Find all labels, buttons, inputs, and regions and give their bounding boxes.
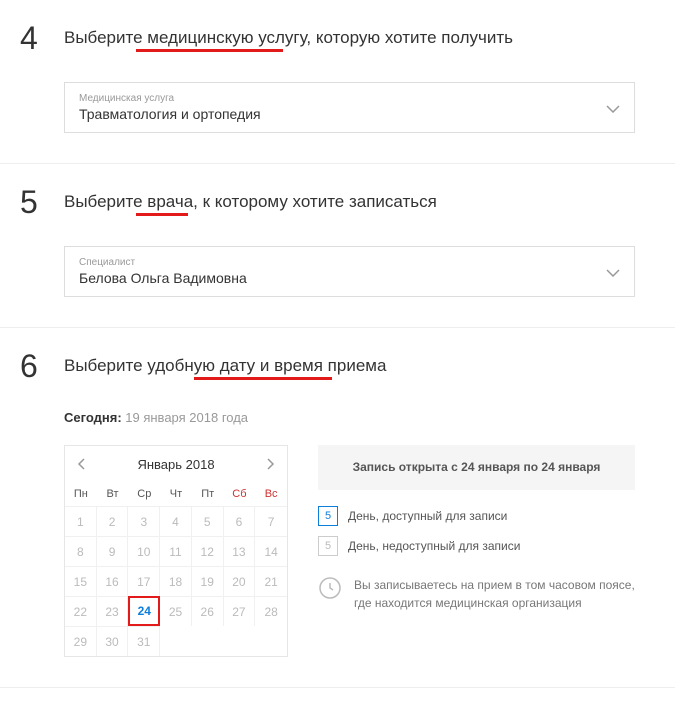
chevron-down-icon bbox=[606, 100, 620, 116]
timezone-text: Вы записываетесь на прием в том часовом … bbox=[354, 576, 635, 612]
calendar-day-cell[interactable]: 8 bbox=[65, 536, 97, 566]
annotation-underline bbox=[136, 49, 283, 52]
calendar-next-button[interactable] bbox=[261, 454, 281, 474]
step-6-section: 6 Выберите удобную дату и время приема С… bbox=[0, 328, 675, 688]
step-6-header: 6 Выберите удобную дату и время приема bbox=[20, 348, 635, 385]
service-dropdown-label: Медицинская услуга bbox=[79, 93, 594, 104]
calendar-day-cell[interactable]: 18 bbox=[160, 566, 192, 596]
calendar-legend-wrap: Январь 2018 ПнВтСрЧтПтСбВс 1234567891011… bbox=[64, 445, 635, 657]
calendar-day-cell[interactable]: 20 bbox=[224, 566, 256, 596]
calendar-day-cell[interactable]: 21 bbox=[255, 566, 287, 596]
step-6-title: Выберите удобную дату и время приема bbox=[64, 348, 386, 376]
service-dropdown-value: Травматология и ортопедия bbox=[79, 106, 261, 122]
calendar-day-cell[interactable]: 25 bbox=[160, 596, 192, 626]
calendar-day-cell[interactable]: 1 bbox=[65, 506, 97, 536]
doctor-dropdown-value: Белова Ольга Вадимовна bbox=[79, 270, 247, 286]
legend: Запись открыта с 24 января по 24 января … bbox=[318, 445, 635, 612]
calendar-day-cell[interactable]: 6 bbox=[224, 506, 256, 536]
calendar-day-cell[interactable]: 11 bbox=[160, 536, 192, 566]
calendar-month-label: Январь 2018 bbox=[137, 457, 214, 472]
calendar-day-cell[interactable]: 16 bbox=[97, 566, 129, 596]
legend-available-row: 5 День, доступный для записи bbox=[318, 506, 635, 526]
today-label: Сегодня: bbox=[64, 410, 122, 425]
calendar-dow-cell: Сб bbox=[224, 482, 256, 506]
legend-unavailable-box: 5 bbox=[318, 536, 338, 556]
step-5-section: 5 Выберите врача, к которому хотите запи… bbox=[0, 164, 675, 328]
calendar-day-cell[interactable]: 24 bbox=[128, 596, 160, 626]
annotation-underline bbox=[194, 377, 332, 380]
step-4-title-text: Выберите медицинскую услугу, которую хот… bbox=[64, 28, 513, 47]
step-5-title: Выберите врача, к которому хотите записа… bbox=[64, 184, 437, 212]
step-4-header: 4 Выберите медицинскую услугу, которую х… bbox=[20, 20, 635, 57]
calendar-dow-cell: Вс bbox=[255, 482, 287, 506]
calendar-day-cell[interactable]: 17 bbox=[128, 566, 160, 596]
calendar-day-cell[interactable]: 14 bbox=[255, 536, 287, 566]
calendar-day-cell[interactable]: 19 bbox=[192, 566, 224, 596]
calendar-day-cell[interactable]: 13 bbox=[224, 536, 256, 566]
legend-unavailable-text: День, недоступный для записи bbox=[348, 539, 520, 553]
calendar-dow-cell: Ср bbox=[128, 482, 160, 506]
calendar-day-cell[interactable]: 7 bbox=[255, 506, 287, 536]
calendar-day-cell[interactable]: 9 bbox=[97, 536, 129, 566]
calendar-day-cell[interactable]: 31 bbox=[128, 626, 160, 656]
calendar-day-cell[interactable]: 29 bbox=[65, 626, 97, 656]
step-5-title-text: Выберите врача, к которому хотите записа… bbox=[64, 192, 437, 211]
calendar-day-cell[interactable]: 22 bbox=[65, 596, 97, 626]
calendar-day-cell[interactable]: 26 bbox=[192, 596, 224, 626]
service-dropdown[interactable]: Медицинская услуга Травматология и ортоп… bbox=[64, 82, 635, 133]
step-5-number: 5 bbox=[20, 184, 44, 221]
calendar-dow-row: ПнВтСрЧтПтСбВс bbox=[65, 482, 287, 506]
step-4-title: Выберите медицинскую услугу, которую хот… bbox=[64, 20, 513, 48]
calendar-day-cell[interactable]: 12 bbox=[192, 536, 224, 566]
step-4-section: 4 Выберите медицинскую услугу, которую х… bbox=[0, 0, 675, 164]
calendar-prev-button[interactable] bbox=[71, 454, 91, 474]
calendar-day-cell[interactable]: 10 bbox=[128, 536, 160, 566]
doctor-dropdown[interactable]: Специалист Белова Ольга Вадимовна bbox=[64, 246, 635, 297]
doctor-dropdown-label: Специалист bbox=[79, 257, 594, 268]
calendar-day-cell[interactable]: 4 bbox=[160, 506, 192, 536]
annotation-underline bbox=[136, 213, 188, 216]
legend-unavailable-row: 5 День, недоступный для записи bbox=[318, 536, 635, 556]
calendar-day-cell[interactable]: 27 bbox=[224, 596, 256, 626]
step-5-header: 5 Выберите врача, к которому хотите запи… bbox=[20, 184, 635, 221]
legend-available-text: День, доступный для записи bbox=[348, 509, 507, 523]
calendar-day-cell[interactable]: 28 bbox=[255, 596, 287, 626]
calendar-day-cell[interactable]: 5 bbox=[192, 506, 224, 536]
legend-available-box: 5 bbox=[318, 506, 338, 526]
timezone-row: Вы записываетесь на прием в том часовом … bbox=[318, 576, 635, 612]
calendar-dow-cell: Пт bbox=[192, 482, 224, 506]
calendar-days-grid: 1234567891011121314151617181920212223242… bbox=[65, 506, 287, 656]
calendar-day-cell[interactable]: 23 bbox=[97, 596, 129, 626]
calendar-day-cell[interactable]: 3 bbox=[128, 506, 160, 536]
step-6-title-text: Выберите удобную дату и время приема bbox=[64, 356, 386, 375]
calendar-header: Январь 2018 bbox=[65, 446, 287, 482]
chevron-down-icon bbox=[606, 264, 620, 280]
legend-banner: Запись открыта с 24 января по 24 января bbox=[318, 445, 635, 490]
calendar-dow-cell: Вт bbox=[97, 482, 129, 506]
step-6-content: Сегодня: 19 января 2018 года Январь 2018… bbox=[64, 410, 635, 657]
calendar-day-cell[interactable]: 30 bbox=[97, 626, 129, 656]
today-line: Сегодня: 19 января 2018 года bbox=[64, 410, 635, 425]
calendar-dow-cell: Чт bbox=[160, 482, 192, 506]
today-date: 19 января 2018 года bbox=[122, 410, 248, 425]
calendar-dow-cell: Пн bbox=[65, 482, 97, 506]
calendar-day-cell[interactable]: 2 bbox=[97, 506, 129, 536]
step-6-number: 6 bbox=[20, 348, 44, 385]
clock-icon bbox=[318, 576, 342, 600]
step-4-number: 4 bbox=[20, 20, 44, 57]
calendar: Январь 2018 ПнВтСрЧтПтСбВс 1234567891011… bbox=[64, 445, 288, 657]
calendar-day-cell[interactable]: 15 bbox=[65, 566, 97, 596]
